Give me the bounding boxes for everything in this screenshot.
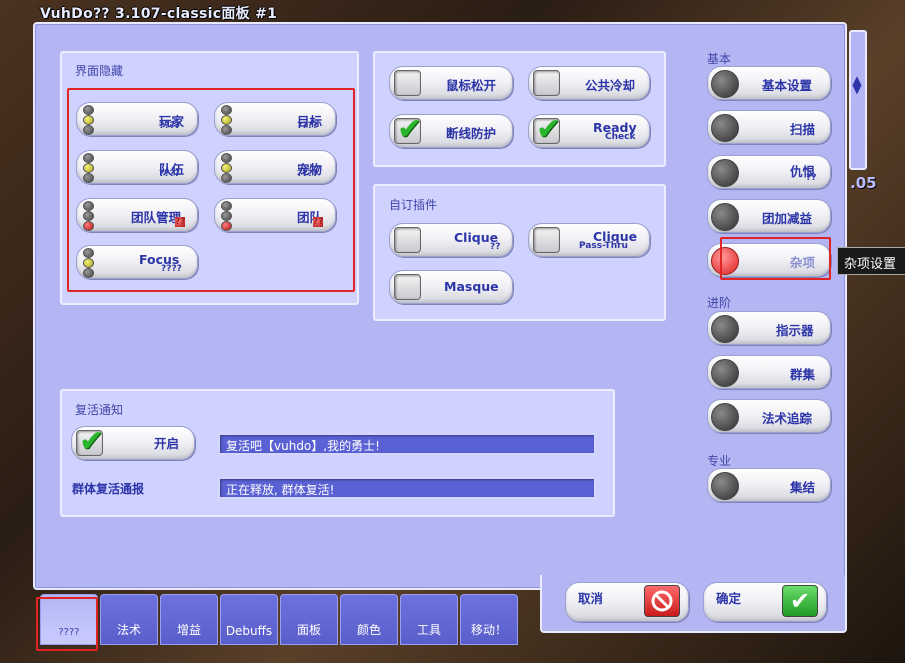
resurrect-group-title: 复活通知 — [75, 403, 124, 417]
checkbox-icon: ✔ — [394, 112, 423, 147]
checkbox-icon: ✔ — [533, 112, 562, 147]
global-cooldown-button[interactable]: 公共冷却 — [528, 66, 650, 100]
tab-tools[interactable]: 工具 — [400, 594, 458, 645]
advanced-header: 进阶 — [707, 296, 732, 310]
side-item-scan[interactable]: 扫描 — [707, 110, 831, 144]
checkmark-icon: ✔ — [79, 424, 105, 459]
side-item-indicators[interactable]: 指示器 — [707, 311, 831, 345]
background-number: .05 — [850, 174, 877, 192]
radio-icon — [711, 70, 739, 98]
ready-check-button[interactable]: ✔ Ready Check — [528, 114, 650, 148]
tab-move[interactable]: 移动！ — [460, 594, 518, 645]
clique-button[interactable]: Clique ?? — [389, 223, 513, 257]
mouse-release-button[interactable]: 鼠标松开 — [389, 66, 513, 100]
checkbox-icon: ✔ — [76, 424, 105, 459]
radio-icon — [711, 359, 739, 387]
tab-colors[interactable]: 颜色 — [340, 594, 398, 645]
scroll-arrows-icon[interactable]: ▲ ▼ — [850, 74, 864, 95]
radio-icon — [711, 114, 739, 142]
tab-panels[interactable]: 面板 — [280, 594, 338, 645]
side-item-clusters[interactable]: 群集 — [707, 355, 831, 389]
checkbox-icon — [394, 227, 421, 253]
plugins-group-title: 自订插件 — [389, 198, 438, 212]
window-title: VuhDo?? 3.107-classic面板 #1 — [40, 6, 278, 22]
radio-icon — [711, 315, 739, 343]
cancel-button[interactable]: 取消 — [565, 582, 689, 622]
misc-tooltip: 杂项设置 — [837, 247, 905, 275]
active-tab-highlight — [36, 597, 98, 651]
checkbox-icon — [533, 70, 560, 96]
basic-header: 基本 — [707, 52, 732, 66]
group-resurrect-input[interactable]: 正在释放, 群体复活! — [218, 477, 596, 499]
resurrect-enable-button[interactable]: ✔ 开启 — [71, 426, 195, 460]
tab-spells[interactable]: 法术 — [100, 594, 158, 645]
side-item-threat[interactable]: 仇恨 ?? — [707, 155, 831, 189]
side-item-rally[interactable]: 集结 — [707, 468, 831, 502]
side-item-buffs-debuffs[interactable]: 团加减益 — [707, 199, 831, 233]
checkbox-icon — [394, 70, 421, 96]
radio-icon — [711, 403, 739, 431]
misc-highlight — [720, 237, 831, 280]
side-item-spell-tracking[interactable]: 法术追踪 — [707, 399, 831, 433]
radio-icon — [711, 203, 739, 231]
clique-passthru-button[interactable]: Clique Pass-Thru — [528, 223, 650, 257]
panel-scrollbar[interactable] — [849, 30, 867, 170]
masque-button[interactable]: Masque — [389, 270, 513, 304]
radio-icon — [711, 159, 739, 187]
checkbox-icon — [533, 227, 560, 253]
radio-icon — [711, 472, 739, 500]
resurrect-message-input[interactable]: 复活吧【vuhdo】,我的勇士! — [218, 433, 596, 455]
checkbox-icon — [394, 274, 421, 300]
pro-header: 专业 — [707, 454, 732, 468]
tab-buffs[interactable]: 增益 — [160, 594, 218, 645]
tab-debuffs[interactable]: Debuffs — [220, 594, 278, 645]
cancel-icon — [644, 585, 680, 617]
hide-buttons-highlight — [67, 88, 355, 292]
ok-button[interactable]: 确定 ✔ — [703, 582, 827, 622]
disconnect-protection-button[interactable]: ✔ 断线防护 — [389, 114, 513, 148]
group-resurrect-label: 群体复活通报 — [72, 482, 145, 496]
side-item-basic-settings[interactable]: 基本设置 — [707, 66, 831, 100]
checkmark-icon: ✔ — [536, 112, 562, 147]
checkmark-icon: ✔ — [397, 112, 423, 147]
ok-icon: ✔ — [782, 585, 818, 617]
hide-group-title: 界面隐藏 — [75, 64, 124, 78]
